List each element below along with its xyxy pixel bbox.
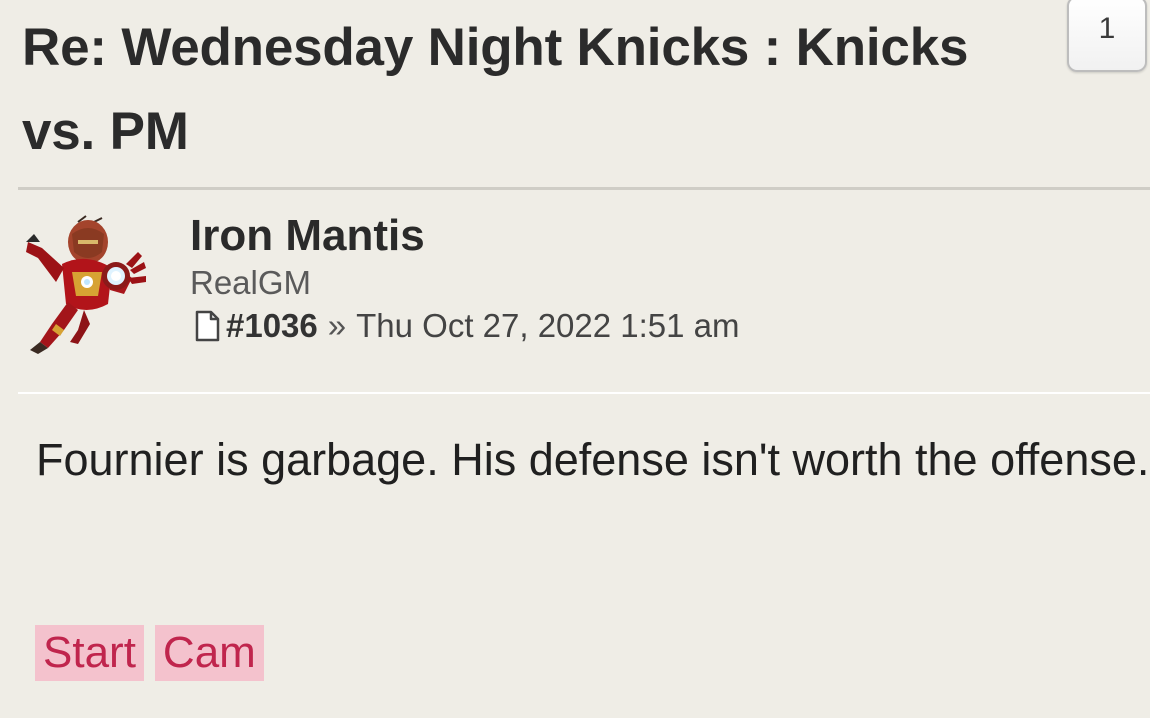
tag-start[interactable]: Start <box>35 625 144 681</box>
meta-separator: » <box>327 307 347 344</box>
post-author-block: Iron Mantis RealGM #1036 » Thu Oct 27, 2… <box>190 208 740 348</box>
author-name[interactable]: Iron Mantis <box>190 208 740 264</box>
divider <box>18 392 1150 394</box>
post-title: Re: Wednesday Night Knicks : Knicks vs. … <box>22 18 969 161</box>
file-icon[interactable] <box>194 310 220 342</box>
avatar[interactable] <box>20 212 155 357</box>
tag-cam[interactable]: Cam <box>154 625 264 681</box>
divider <box>18 187 1150 190</box>
post-date: Thu Oct 27, 2022 1:51 am <box>356 307 740 344</box>
iron-man-avatar-icon <box>26 215 146 354</box>
post-number-link[interactable]: #1036 <box>226 304 318 348</box>
author-rank: RealGM <box>190 264 312 301</box>
quote-count-button[interactable]: 1 <box>1067 0 1147 72</box>
post-content: Fournier is garbage. His defense isn't w… <box>36 434 1150 485</box>
post-tags: Start Cam <box>35 625 275 681</box>
post-meta: #1036 » Thu Oct 27, 2022 1:51 am <box>190 304 740 348</box>
